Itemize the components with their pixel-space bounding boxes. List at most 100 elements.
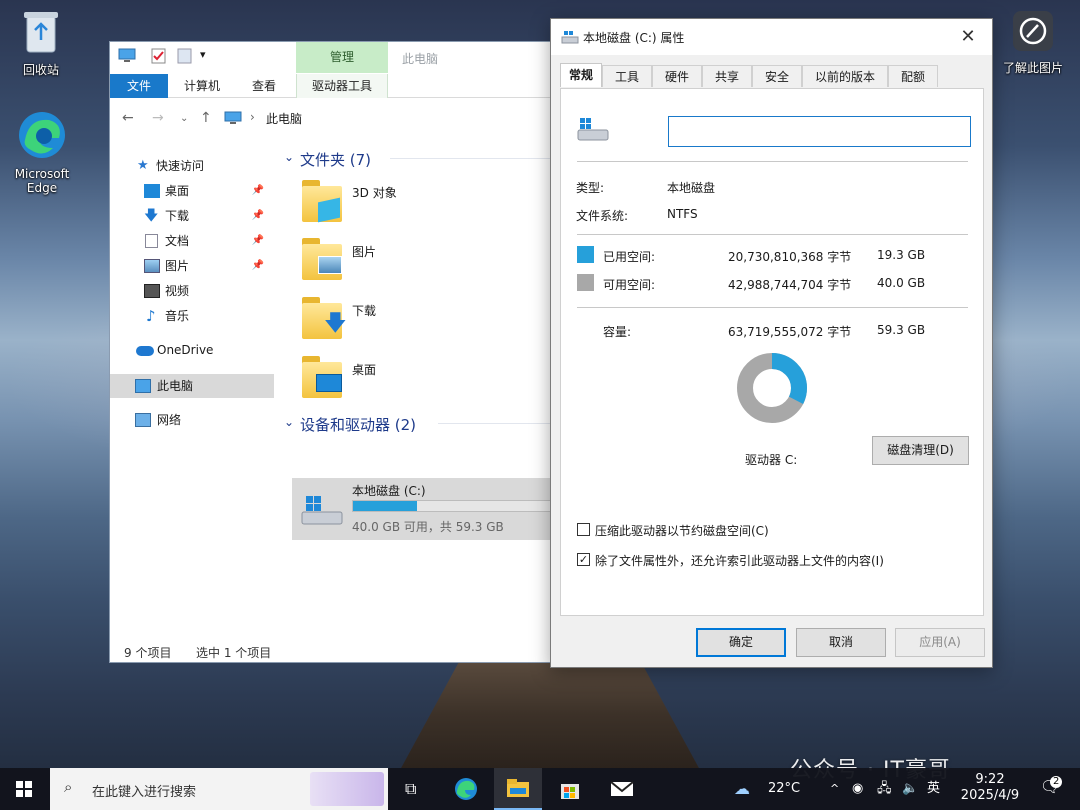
type-label: 类型: xyxy=(576,181,605,195)
tab-tools[interactable]: 工具 xyxy=(602,65,652,87)
breadcrumb-this-pc[interactable]: 此电脑 xyxy=(266,110,302,127)
taskbar-search-box[interactable]: ⌕ 在此键入进行搜索 xyxy=(50,768,388,810)
nav-item-videos[interactable]: 视频 xyxy=(110,279,274,303)
cancel-button[interactable]: 取消 xyxy=(796,628,886,657)
taskbar-edge[interactable] xyxy=(442,768,490,810)
drive-name-input[interactable] xyxy=(668,116,971,147)
general-tab-panel: 类型: 本地磁盘 文件系统: NTFS 已用空间: 20,730,810,368… xyxy=(560,88,984,616)
network-status-icon[interactable]: 🖧 xyxy=(877,768,892,810)
index-label[interactable]: 除了文件属性外，还允许索引此驱动器上文件的内容(I) xyxy=(595,552,884,569)
compress-label[interactable]: 压缩此驱动器以节约磁盘空间(C) xyxy=(595,522,769,539)
drive-usage-fill xyxy=(353,501,418,511)
tab-quota[interactable]: 配额 xyxy=(888,65,938,87)
pin-icon[interactable]: 📌 xyxy=(252,179,264,203)
clock[interactable]: 9:22 2025/4/9 xyxy=(954,768,1026,810)
desktop-icon-recycle-bin[interactable]: 回收站 xyxy=(6,8,76,78)
camera-info-icon xyxy=(992,10,1074,55)
type-value: 本地磁盘 xyxy=(667,181,716,195)
pin-icon[interactable]: 📌 xyxy=(252,229,264,253)
disk-cleanup-button[interactable]: 磁盘清理(D) xyxy=(872,436,969,465)
nav-item-downloads[interactable]: 🡇 下载 📌 xyxy=(110,204,274,228)
customize-toolbar-icon[interactable]: ▾ xyxy=(200,48,206,61)
nav-label: 视频 xyxy=(165,284,190,298)
recycle-bin-icon xyxy=(6,8,76,57)
drive-c-tile[interactable]: 本地磁盘 (C:) 40.0 GB 可用，共 59.3 GB xyxy=(292,478,552,540)
tab-view[interactable]: 查看 xyxy=(238,74,290,98)
status-item-count: 9 个项目 xyxy=(124,646,172,660)
folder-label[interactable]: 图片 xyxy=(352,243,376,260)
folder-pictures-icon[interactable] xyxy=(302,238,342,282)
drive-summary: 40.0 GB 可用，共 59.3 GB xyxy=(352,520,504,534)
nav-onedrive[interactable]: OneDrive xyxy=(110,338,274,362)
pin-icon[interactable]: 📌 xyxy=(252,254,264,278)
nav-network[interactable]: 网络 xyxy=(110,408,274,432)
ok-button[interactable]: 确定 xyxy=(696,628,786,657)
collapse-chevron-icon[interactable]: ⌄ xyxy=(284,415,294,429)
nav-this-pc[interactable]: 此电脑 xyxy=(110,374,274,398)
computer-icon xyxy=(118,48,136,62)
tab-security[interactable]: 安全 xyxy=(752,65,802,87)
folder-label[interactable]: 3D 对象 xyxy=(352,184,397,201)
network-icon xyxy=(135,413,151,427)
tab-previous-versions[interactable]: 以前的版本 xyxy=(802,65,888,87)
show-hidden-icons-icon[interactable]: ^ xyxy=(830,768,839,810)
nav-label: 快速访问 xyxy=(156,159,205,173)
folder-downloads-icon[interactable]: 🡇 xyxy=(302,297,347,341)
folder-desktop-icon[interactable] xyxy=(302,356,342,400)
collapse-chevron-icon[interactable]: ⌄ xyxy=(284,150,294,164)
taskbar-mail[interactable] xyxy=(598,768,646,810)
folders-group-header[interactable]: 文件夹 (7) xyxy=(300,149,371,170)
new-folder-icon[interactable] xyxy=(176,48,194,64)
drive-name: 本地磁盘 (C:) xyxy=(352,484,426,498)
ime-indicator[interactable]: 英 xyxy=(927,768,940,810)
address-box[interactable]: › 此电脑 xyxy=(217,106,547,130)
tab-drive-tools[interactable]: 驱动器工具 xyxy=(296,74,388,98)
computer-icon xyxy=(135,379,151,393)
desktop-icon-learn-image[interactable]: 了解此图片 xyxy=(992,10,1074,76)
taskbar-file-explorer[interactable] xyxy=(494,768,542,810)
volume-icon[interactable]: 🔈 xyxy=(902,768,918,810)
clock-time: 9:22 xyxy=(975,772,1005,787)
nav-item-documents[interactable]: 文档 📌 xyxy=(110,229,274,253)
folder-label[interactable]: 桌面 xyxy=(352,361,376,378)
tab-manage[interactable]: 管理 xyxy=(296,42,388,73)
nav-item-pictures[interactable]: 图片 📌 xyxy=(110,254,274,278)
close-icon[interactable]: ✕ xyxy=(956,25,980,49)
index-checkbox[interactable]: ✓ xyxy=(577,553,590,566)
tab-file[interactable]: 文件 xyxy=(110,74,168,98)
taskbar-store[interactable] xyxy=(546,768,594,810)
task-view-button[interactable]: ⧉ xyxy=(390,768,438,810)
desktop-icon-label: 了解此图片 xyxy=(1002,61,1063,75)
devices-group-header[interactable]: 设备和驱动器 (2) xyxy=(300,414,416,435)
nav-item-music[interactable]: ♪ 音乐 xyxy=(110,304,274,328)
folder-label[interactable]: 下载 xyxy=(352,302,376,319)
pin-icon[interactable]: 📌 xyxy=(252,204,264,228)
nav-quick-access[interactable]: ★ 快速访问 xyxy=(110,154,274,178)
desktop-icon-edge[interactable]: Microsoft Edge xyxy=(6,110,78,195)
recent-locations-icon[interactable]: ⌄ xyxy=(180,113,188,124)
drive-properties-dialog: 本地磁盘 (C:) 属性 ✕ 常规 工具 硬件 共享 安全 以前的版本 配额 类… xyxy=(550,18,993,668)
notification-center-button[interactable]: 🗨 2 xyxy=(1036,768,1066,810)
tab-computer[interactable]: 计算机 xyxy=(170,74,234,98)
apply-button[interactable]: 应用(A) xyxy=(895,628,985,657)
tab-hardware[interactable]: 硬件 xyxy=(652,65,702,87)
folder-3d-objects-icon[interactable] xyxy=(302,180,342,224)
tab-sharing[interactable]: 共享 xyxy=(702,65,752,87)
forward-arrow-icon[interactable]: → xyxy=(152,110,164,126)
location-icon[interactable]: ◉ xyxy=(852,768,863,810)
compress-checkbox[interactable] xyxy=(577,523,590,536)
up-arrow-icon[interactable]: ↑ xyxy=(200,110,212,126)
notification-badge: 2 xyxy=(1050,776,1063,788)
back-arrow-icon[interactable]: ← xyxy=(122,110,134,126)
group-divider xyxy=(438,423,550,424)
used-space-gb: 19.3 GB xyxy=(877,248,926,262)
nav-item-desktop[interactable]: 桌面 📌 xyxy=(110,179,274,203)
properties-icon[interactable] xyxy=(150,48,168,64)
tab-general[interactable]: 常规 xyxy=(560,63,602,87)
free-space-label: 可用空间: xyxy=(603,278,656,292)
free-space-swatch xyxy=(577,274,594,291)
free-space-gb: 40.0 GB xyxy=(877,276,926,290)
edge-icon xyxy=(455,778,477,800)
start-button[interactable] xyxy=(0,768,48,810)
navigation-pane: ★ 快速访问 桌面 📌 🡇 下载 📌 文档 📌 图片 📌 视频 ♪ 音乐 One… xyxy=(110,148,276,628)
